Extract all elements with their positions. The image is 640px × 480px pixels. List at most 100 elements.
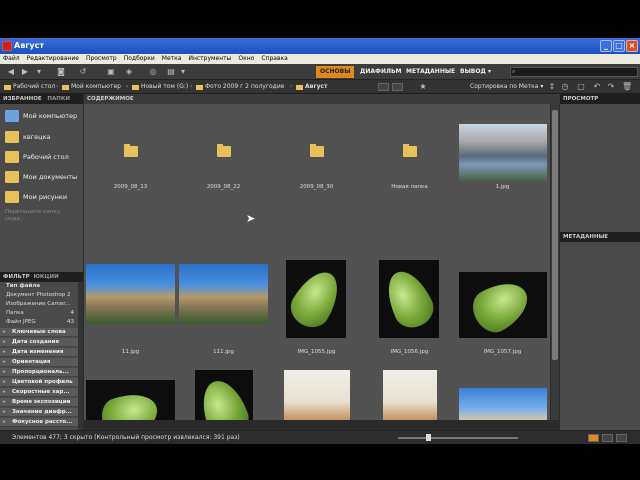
new-folder-icon[interactable]: ▢: [576, 82, 586, 92]
content-item-image[interactable]: [177, 368, 270, 420]
folder-icon: [4, 84, 11, 90]
camera-icon[interactable]: ◙: [56, 67, 66, 77]
breadcrumb-desktop[interactable]: Рабочий стол: [4, 82, 55, 92]
content-item-image[interactable]: [270, 368, 363, 420]
favorite-computer[interactable]: Мой компьютер: [0, 106, 83, 125]
filter-icon[interactable]: ◈: [124, 67, 134, 77]
favorite-pictures[interactable]: Мои рисунки: [0, 187, 83, 206]
filter-item[interactable]: Папка 4: [0, 309, 78, 317]
filter-file-type-header[interactable]: Тип файла: [0, 282, 78, 290]
workspace-filmstrip[interactable]: ДИАФИЛЬМ: [356, 66, 406, 78]
filter-item[interactable]: Файл JPEG 43: [0, 318, 78, 326]
close-button[interactable]: ×: [626, 40, 638, 52]
delete-icon[interactable]: ▾: [178, 67, 188, 77]
new-folder-icon[interactable]: ◎: [148, 67, 158, 77]
filter-group[interactable]: Ключевые слова: [0, 328, 78, 337]
content-item-image[interactable]: [456, 368, 549, 420]
menu-help[interactable]: Справка: [261, 54, 287, 64]
star-icon[interactable]: ★: [418, 82, 428, 92]
content-tab-header[interactable]: СОДЕРЖИМОЕ: [84, 94, 560, 104]
content-item-folder[interactable]: 2009_08_22: [177, 104, 270, 194]
content-item-image[interactable]: IMG_1055.jpg: [270, 260, 363, 360]
quality-icon[interactable]: [378, 83, 389, 91]
menu-tools[interactable]: Инструменты: [188, 54, 231, 64]
content-item-image[interactable]: [363, 368, 456, 420]
menu-edit[interactable]: Редактирование: [27, 54, 79, 64]
filter-item[interactable]: Изображение Camer...: [0, 300, 78, 308]
content-item-image[interactable]: [84, 368, 177, 420]
content-item-folder[interactable]: 2009_08_13: [84, 104, 177, 194]
back-icon[interactable]: ◀: [6, 67, 16, 77]
dropdown-icon[interactable]: ▾: [34, 67, 44, 77]
rotate-icon[interactable]: ↺: [78, 67, 88, 77]
filter-group[interactable]: Фокусное рассто...: [0, 418, 78, 427]
menu-label[interactable]: Метка: [162, 54, 182, 64]
filter-group[interactable]: Дата изменения: [0, 348, 78, 357]
breadcrumb-volume[interactable]: Новый том (G:): [132, 82, 188, 92]
view-list-button[interactable]: [616, 434, 627, 442]
rotate-left-icon[interactable]: ↶: [592, 82, 602, 92]
computer-icon: [62, 84, 69, 90]
breadcrumb-sep: ›: [56, 83, 59, 90]
breadcrumb-sep: ›: [290, 83, 293, 90]
content-item-image[interactable]: IMG_1056.jpg: [363, 260, 456, 360]
content-item-folder[interactable]: Новая папка: [363, 104, 456, 194]
workspace-dropdown[interactable]: ▾: [484, 66, 495, 78]
metadata-tab-header[interactable]: МЕТАДАННЫЕ: [560, 232, 640, 242]
content-item-image[interactable]: 11.jpg: [84, 264, 177, 362]
preview-icon[interactable]: [392, 83, 403, 91]
filter-tab-header[interactable]: ФИЛЬТР ЮКЦИИ: [0, 272, 83, 282]
maximize-button[interactable]: □: [613, 40, 625, 52]
content-item-image[interactable]: 1.jpg: [456, 104, 549, 194]
sort-order-icon[interactable]: ↕: [547, 82, 557, 92]
minimize-button[interactable]: _: [600, 40, 612, 52]
filter-group[interactable]: Время экспозиции: [0, 398, 78, 407]
rotate-right-icon[interactable]: ↷: [606, 82, 616, 92]
open-icon[interactable]: ▤: [166, 67, 176, 77]
desktop-icon: [5, 150, 19, 163]
delete-icon[interactable]: 🗑: [622, 82, 632, 92]
menu-view[interactable]: Просмотр: [86, 54, 117, 64]
thumbnail-size-slider[interactable]: [398, 434, 518, 441]
folder-icon: [296, 84, 303, 90]
filter-group[interactable]: Пропорциональ...: [0, 368, 78, 377]
recent-icon[interactable]: ◷: [560, 82, 570, 92]
filter-group[interactable]: Цветовой профиль: [0, 378, 78, 387]
filter-group[interactable]: Скоростные хар...: [0, 388, 78, 397]
filter-group[interactable]: Дата создания: [0, 338, 78, 347]
breadcrumb-photos[interactable]: Фото 2009 г 2 полугодие: [196, 82, 284, 92]
view-details-button[interactable]: [602, 434, 613, 442]
workspace-metadata[interactable]: МЕТАДАННЫЕ: [402, 66, 459, 78]
title-bar: Август _ □ ×: [0, 38, 640, 54]
favorites-tab-header[interactable]: ИЗБРАННОЕ ПАПКИ: [0, 94, 83, 104]
view-grid-button[interactable]: [588, 434, 599, 442]
forward-icon[interactable]: ▶: [20, 67, 30, 77]
menu-window[interactable]: Окно: [238, 54, 254, 64]
thumbnail: [86, 264, 175, 324]
filter-group[interactable]: Значение диафр...: [0, 408, 78, 417]
preview-tab-header[interactable]: ПРОСМОТР: [560, 94, 640, 104]
breadcrumb-august[interactable]: Август: [296, 82, 328, 92]
scrollbar-thumb[interactable]: [552, 110, 558, 360]
toolbar: ◀ ▶ ▾ ◙ ↺ ▣ ◈ ◎ ▤ ▾ ОСНОВЫ ДИАФИЛЬМ МЕТА…: [0, 64, 640, 80]
content-item-image[interactable]: IMG_1057.jpg: [456, 260, 549, 360]
menu-stacks[interactable]: Подборки: [124, 54, 155, 64]
content-scrollbar[interactable]: [551, 104, 559, 420]
favorite-folder[interactable]: квгецка: [0, 127, 83, 146]
search-input[interactable]: ⌕: [510, 67, 638, 77]
breadcrumb-computer[interactable]: Мой компьютер: [62, 82, 121, 92]
sort-dropdown[interactable]: Сортировка по Метка ▾: [470, 82, 543, 92]
workspace-basics[interactable]: ОСНОВЫ: [316, 66, 355, 78]
slider-knob[interactable]: [426, 434, 431, 441]
filter-group[interactable]: Ориентация: [0, 358, 78, 367]
filter-scrollbar[interactable]: [78, 282, 83, 430]
drive-icon: [132, 84, 139, 90]
stack-icon[interactable]: ▣: [106, 67, 116, 77]
content-item-folder[interactable]: 2009_08_30: [270, 104, 363, 194]
status-text: Элементов 477; 3 скрыто (Контрольный про…: [12, 434, 240, 441]
favorite-desktop[interactable]: Рабочий стол: [0, 147, 83, 166]
content-item-image[interactable]: 111.jpg: [177, 264, 270, 362]
menu-file[interactable]: Файл: [3, 54, 20, 64]
filter-item[interactable]: Документ Photoshop 2: [0, 291, 78, 299]
favorite-documents[interactable]: Мои документы: [0, 167, 83, 186]
